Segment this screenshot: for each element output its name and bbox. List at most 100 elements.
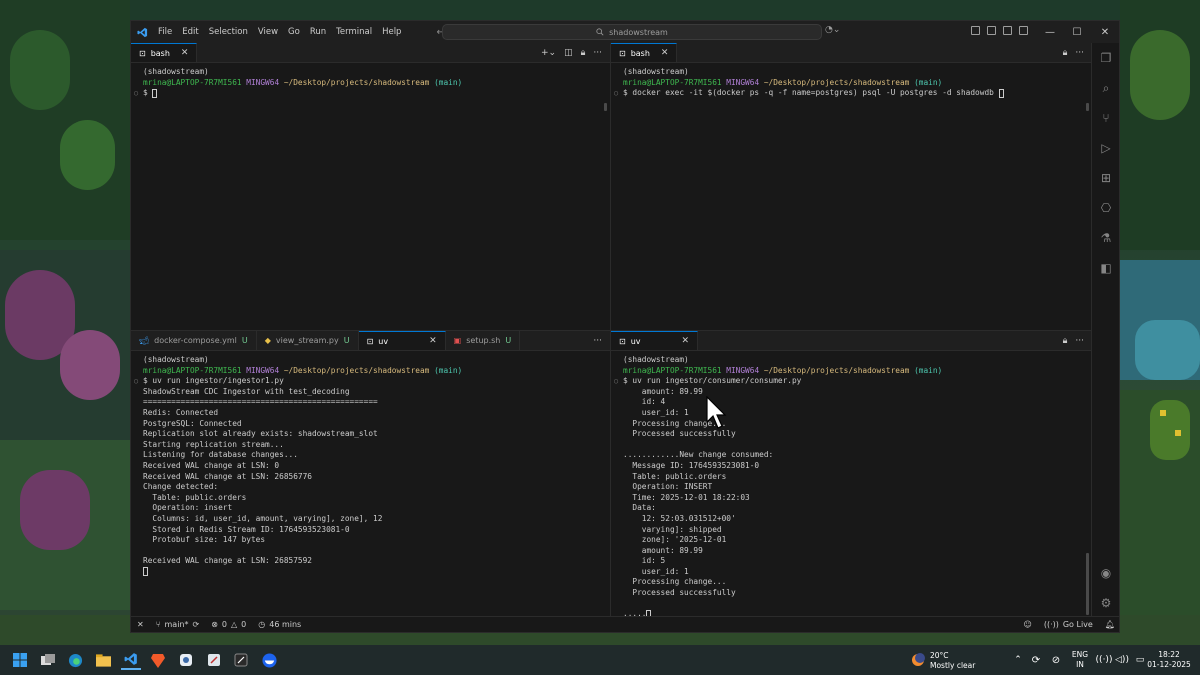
menu-run[interactable]: Run	[305, 27, 331, 37]
more-actions-icon[interactable]: ···	[1075, 336, 1084, 346]
close-icon[interactable]: ✕	[429, 336, 437, 346]
tab-bash-top-left[interactable]: ⊡ bash ✕	[131, 43, 198, 62]
command-center-search[interactable]: shadowstream	[442, 24, 822, 40]
pane-divider-horizontal[interactable]	[131, 330, 1092, 331]
time-tracker[interactable]: ◷ 46 mins	[252, 620, 307, 629]
maximize-icon[interactable]: ☐	[1063, 21, 1091, 43]
lock-icon[interactable]: 🔒︎	[1063, 48, 1068, 58]
remote-indicator-icon[interactable]: ✕	[131, 620, 150, 629]
tab-uv-bottom-right[interactable]: ⊡ uv ✕	[611, 331, 699, 350]
problems-indicator[interactable]: ⊗ 0 △ 0	[205, 620, 252, 629]
clock[interactable]: 18:22 01-12-2025	[1146, 650, 1192, 670]
close-icon[interactable]: ✕	[682, 336, 690, 346]
terminal-line: amount: 89.99	[623, 387, 1092, 398]
docker-desktop-icon[interactable]	[259, 650, 279, 670]
weather-icon[interactable]	[908, 650, 928, 670]
wifi-icon[interactable]: ((·))	[1094, 650, 1114, 670]
tab-setup-sh[interactable]: ▣ setup.sh U	[446, 331, 521, 350]
extensions-icon[interactable]: ⊞	[1099, 171, 1113, 185]
toggle-secondary-sidebar-icon[interactable]	[1019, 26, 1028, 35]
source-control-icon[interactable]: ⑂	[1099, 111, 1113, 125]
weather-widget[interactable]: 20°C Mostly clear	[930, 651, 975, 671]
lock-icon[interactable]: 🔒︎	[581, 48, 586, 58]
tab-view-stream[interactable]: ◆ view_stream.py U	[257, 331, 359, 350]
command-decoration-icon[interactable]: ○	[134, 88, 138, 99]
menu-file[interactable]: File	[153, 27, 177, 37]
scrollbar[interactable]	[604, 103, 607, 111]
explorer-icon[interactable]: ❐	[1099, 51, 1113, 65]
scrollbar[interactable]	[1086, 553, 1089, 615]
customize-layout-icon[interactable]	[971, 26, 980, 35]
search-icon[interactable]: ⌕	[1099, 81, 1113, 95]
terminal-line: (shadowstream)	[143, 355, 610, 366]
tab-uv[interactable]: ⊡ uv ✕	[358, 331, 446, 350]
edge-browser-icon[interactable]	[65, 650, 85, 670]
split-terminal-icon[interactable]: ◫	[564, 48, 573, 58]
tab-bash-top-right[interactable]: ⊡ bash ✕	[611, 43, 678, 62]
docker-explorer-icon[interactable]: ◧	[1099, 261, 1113, 275]
volume-icon[interactable]: ◁))	[1112, 650, 1132, 670]
terminal-text: $ docker exec -it $(docker ps -q -f name…	[623, 88, 999, 98]
terminal-app-icon[interactable]	[231, 650, 251, 670]
terminal-pane-bottom-right: ⊡ uv ✕ 🔒︎ ··· (shadowstream) mrina@LAPTOP…	[611, 331, 1092, 618]
brave-browser-icon[interactable]	[148, 650, 168, 670]
testing-icon[interactable]: ⚗	[1099, 231, 1113, 245]
network-off-icon[interactable]: ⊘	[1046, 650, 1066, 670]
terminal-text: Table: public.orders	[143, 492, 247, 502]
menu-terminal[interactable]: Terminal	[331, 27, 377, 37]
terminal-text: Received WAL change at LSN: 26856776	[143, 471, 312, 481]
close-window-icon[interactable]: ✕	[1091, 21, 1119, 43]
close-icon[interactable]: ✕	[181, 48, 189, 58]
remote-explorer-icon[interactable]: ⎔	[1099, 201, 1113, 215]
command-center-text: shadowstream	[609, 27, 668, 37]
command-decoration-icon[interactable]: ○	[614, 88, 618, 99]
more-actions-icon[interactable]: ···	[593, 336, 602, 346]
terminal-output[interactable]: (shadowstream) mrina@LAPTOP-7R7MI561 MING…	[611, 65, 1092, 330]
menu-selection[interactable]: Selection	[204, 27, 253, 37]
command-decoration-icon[interactable]: ○	[614, 376, 618, 387]
terminal-line: (shadowstream)	[623, 67, 1092, 78]
close-icon[interactable]: ✕	[661, 48, 669, 58]
settings-gear-icon[interactable]: ⚙	[1099, 596, 1113, 610]
warning-icon: △	[231, 620, 238, 629]
terminal-text: Table: public.orders	[623, 471, 727, 481]
copilot-status-icon[interactable]: ☺	[1017, 620, 1037, 629]
task-view-icon[interactable]	[38, 650, 58, 670]
run-debug-icon[interactable]: ▷	[1099, 141, 1113, 155]
scrollbar[interactable]	[1086, 103, 1089, 111]
branch-indicator[interactable]: ⑂ main* ⟳	[150, 620, 206, 629]
terminal-pane-bottom-left: 🐋︎ docker-compose.yml U ◆ view_stream.py…	[131, 331, 610, 618]
snipping-tool-icon[interactable]	[204, 650, 224, 670]
toggle-primary-sidebar-icon[interactable]	[987, 26, 996, 35]
sync-tray-icon[interactable]: ⟳	[1026, 650, 1046, 670]
app-icon-white-square[interactable]	[176, 650, 196, 670]
minimize-icon[interactable]: —	[1036, 21, 1064, 43]
menu-go[interactable]: Go	[283, 27, 305, 37]
terminal-output[interactable]: (shadowstream) mrina@LAPTOP-7R7MI561 MING…	[131, 353, 610, 618]
tab-docker-compose[interactable]: 🐋︎ docker-compose.yml U	[131, 331, 257, 350]
terminal-text: mrina@LAPTOP-7R7MI561	[623, 365, 727, 375]
menu-edit[interactable]: Edit	[177, 27, 203, 37]
terminal-line: Change detected:	[143, 482, 610, 493]
command-decoration-icon[interactable]: ○	[134, 376, 138, 387]
accounts-icon[interactable]: ◉	[1099, 566, 1113, 580]
toggle-panel-icon[interactable]	[1003, 26, 1012, 35]
language-indicator[interactable]: ENG IN	[1068, 650, 1092, 670]
menu-help[interactable]: Help	[377, 27, 406, 37]
new-terminal-icon[interactable]: +⌄	[541, 48, 556, 58]
more-actions-icon[interactable]: ···	[1075, 48, 1084, 58]
terminal-output[interactable]: (shadowstream) mrina@LAPTOP-7R7MI561 MING…	[611, 353, 1092, 618]
notifications-bell-icon[interactable]: 🔔︎	[1099, 620, 1119, 629]
vscode-taskbar-icon[interactable]	[121, 650, 141, 670]
more-actions-icon[interactable]: ···	[593, 48, 602, 58]
go-live-button[interactable]: ((·)) Go Live	[1038, 620, 1099, 629]
menu-view[interactable]: View	[253, 27, 283, 37]
chevron-up-icon[interactable]: ⌃	[1008, 650, 1028, 670]
copilot-icon[interactable]: ◔⌄	[825, 25, 840, 35]
windows-start-icon[interactable]	[10, 650, 30, 670]
lock-icon[interactable]: 🔒︎	[1063, 336, 1068, 346]
terminal-text: Data:	[623, 503, 656, 513]
terminal-text: user_id: 1	[623, 407, 689, 417]
file-explorer-icon[interactable]	[93, 650, 113, 670]
terminal-output[interactable]: (shadowstream) mrina@LAPTOP-7R7MI561 MING…	[131, 65, 610, 330]
